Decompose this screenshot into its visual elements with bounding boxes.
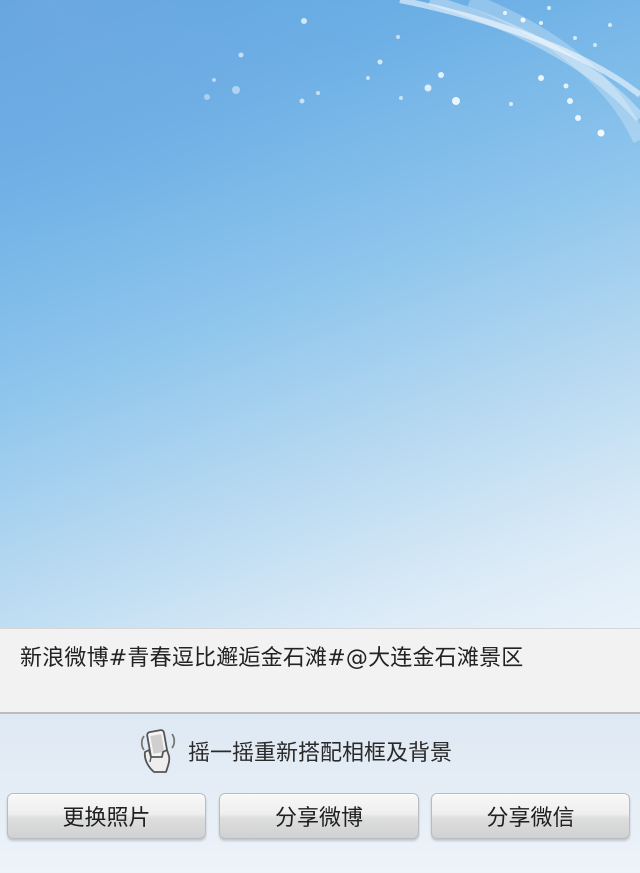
share-caption-text: 新浪微博#青春逗比邂逅金石滩#@大连金石滩景区 — [20, 646, 524, 671]
background-decoration — [204, 0, 640, 143]
share-wechat-button[interactable]: 分享微信 — [431, 793, 630, 839]
shake-hint-label: 摇一摇重新搭配相框及背景 — [188, 741, 453, 766]
share-weibo-button[interactable]: 分享微博 — [219, 793, 419, 839]
change-photo-button[interactable]: 更换照片 — [7, 793, 206, 839]
sparkle-dots — [204, 6, 612, 137]
bottom-controls: 摇一摇重新搭配相框及背景 更换照片 分享微博 分享微信 — [0, 714, 640, 873]
app-screen: 新浪微博#青春逗比邂逅金石滩#@大连金石滩景区 摇一摇重新搭配相框及背景 更换照… — [0, 0, 640, 873]
photo-preview-canvas[interactable] — [0, 0, 640, 628]
share-caption-box[interactable]: 新浪微博#青春逗比邂逅金石滩#@大连金石滩景区 — [0, 628, 640, 714]
shake-hint: 摇一摇重新搭配相框及背景 — [138, 728, 452, 774]
phone-shake-icon — [140, 729, 176, 773]
